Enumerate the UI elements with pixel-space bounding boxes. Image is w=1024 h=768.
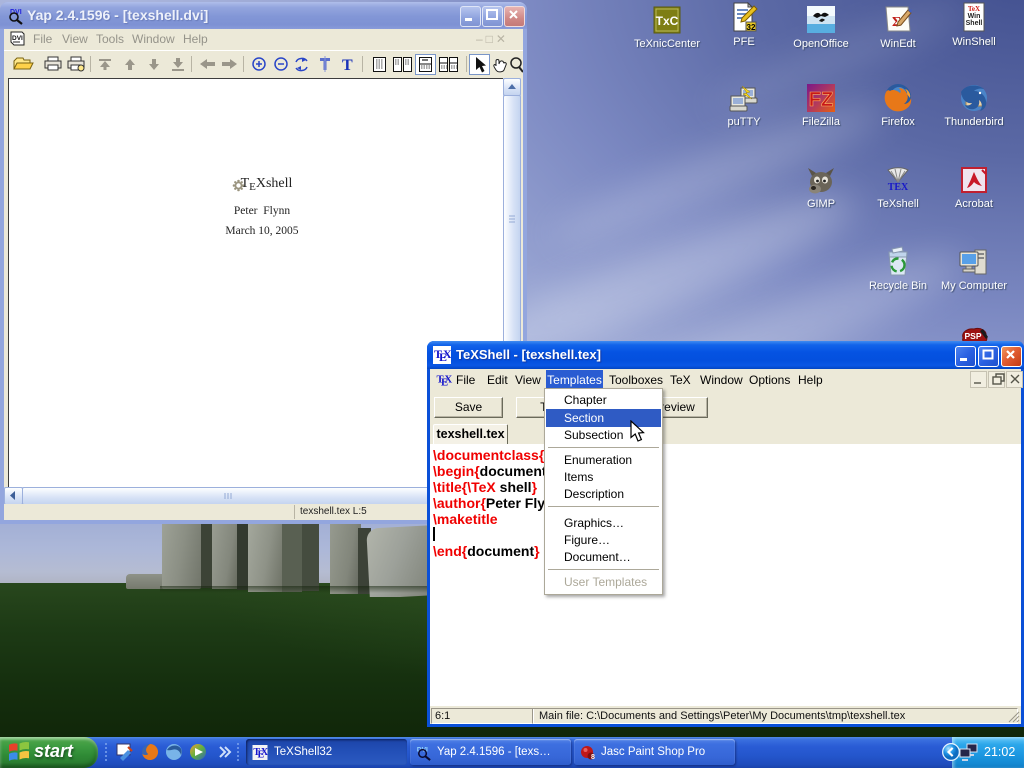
svg-text:DVI: DVI xyxy=(12,35,23,42)
svg-text:TxC: TxC xyxy=(656,14,679,28)
svg-text:PSP: PSP xyxy=(964,331,981,341)
svg-text:X: X xyxy=(261,747,268,758)
svg-text:FZ: FZ xyxy=(809,89,833,111)
svg-text:Shell: Shell xyxy=(966,20,983,27)
svg-text:T: T xyxy=(342,57,353,74)
svg-text:X: X xyxy=(445,375,453,386)
svg-text:TeX: TeX xyxy=(968,5,980,13)
svg-text:8: 8 xyxy=(591,754,595,760)
svg-text:DVI: DVI xyxy=(10,9,22,16)
svg-text:Win: Win xyxy=(968,13,981,20)
svg-text:X: X xyxy=(443,347,451,361)
svg-text:32: 32 xyxy=(747,23,756,32)
svg-text:TEX: TEX xyxy=(888,182,909,193)
